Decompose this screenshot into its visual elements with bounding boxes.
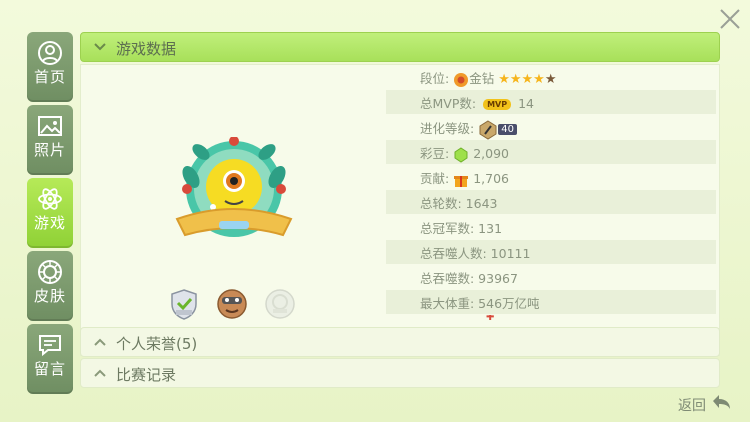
close-x-icon — [720, 9, 740, 29]
sidebar-item-game[interactable]: 游戏 — [27, 178, 73, 248]
beans-label: 彩豆: — [420, 146, 450, 161]
back-label: 返回 — [678, 398, 706, 414]
eaten-players-text: 总吞噬人数: 10111 — [420, 246, 531, 261]
atom-icon — [38, 188, 62, 210]
section-title: 比赛记录 — [116, 366, 177, 384]
message-icon — [39, 335, 61, 357]
shield-check-badge-icon[interactable] — [167, 287, 201, 321]
locked-badge-icon[interactable] — [263, 287, 297, 321]
warrior-badge-icon[interactable] — [215, 287, 249, 321]
gift-icon — [454, 175, 469, 187]
contribution-value: 1,706 — [473, 171, 509, 186]
rounds-text: 总轮数: 1643 — [420, 196, 498, 211]
stat-row-champions: 总冠军数: 131 — [386, 215, 716, 239]
mvp-badge-icon: MVP — [483, 99, 512, 110]
champions-text: 总冠军数: 131 — [420, 221, 503, 236]
sidebar-item-label: 首页 — [33, 68, 66, 86]
back-button[interactable]: 返回 — [678, 393, 734, 415]
back-arrow-icon — [713, 395, 730, 409]
sidebar-item-skins[interactable]: 皮肤 — [27, 251, 73, 321]
mvp-value: 14 — [518, 96, 534, 111]
section-title: 个人荣誉(5) — [116, 335, 198, 353]
stat-row-evolve: 进化等级: 40 — [386, 115, 716, 140]
rank-stars: ★★★★★ — [498, 72, 557, 87]
partial-gift-icon: ✚ — [486, 315, 495, 323]
sidebar-item-home[interactable]: 首页 — [27, 32, 73, 102]
sidebar-item-messages[interactable]: 留言 — [27, 324, 73, 394]
chevron-down-icon — [94, 43, 106, 51]
game-data-content: 段位: 金钻 ★★★★★ 总MVP数: MVP 14 进化等级: 40 彩豆: … — [80, 64, 720, 356]
stat-row-rounds: 总轮数: 1643 — [386, 190, 716, 214]
evolve-label: 进化等级: — [420, 121, 475, 136]
max-weight-text: 最大体重: 546万亿吨 — [420, 296, 540, 311]
section-title: 游戏数据 — [116, 40, 177, 58]
colored-bean-icon — [454, 146, 468, 163]
honor-badges — [167, 287, 307, 323]
stat-row-max-weight: 最大体重: 546万亿吨 — [386, 290, 716, 314]
mvp-label: 总MVP数: — [420, 96, 477, 111]
evolve-value: 40 — [498, 124, 517, 135]
section-game-data-header[interactable]: 游戏数据 — [80, 32, 720, 62]
eaten-total-text: 总吞噬数: 93967 — [420, 271, 518, 286]
section-match-records-header[interactable]: 比赛记录 — [80, 358, 720, 388]
person-circle-icon — [38, 41, 62, 65]
chevron-up-icon — [94, 338, 106, 346]
photo-icon — [38, 116, 62, 136]
stat-row-eaten-total: 总吞噬数: 93967 — [386, 265, 716, 289]
sidebar-item-label: 留言 — [33, 360, 66, 378]
stat-row-beans: 彩豆: 2,090 — [386, 140, 716, 164]
main-panel: 游戏数据 段位: 金钻 ★★★★★ 总MVP数: MVP 14 进化等级: 40… — [80, 32, 720, 392]
sidebar-item-label: 皮肤 — [33, 287, 66, 305]
gold-diamond-rank-icon — [454, 72, 469, 87]
stat-row-eaten-players: 总吞噬人数: 10111 — [386, 240, 716, 264]
rank-value: 金钻 — [469, 71, 495, 86]
stat-row-mvp: 总MVP数: MVP 14 — [386, 90, 716, 114]
section-honors-header[interactable]: 个人荣誉(5) — [80, 327, 720, 357]
chevron-up-icon — [94, 369, 106, 377]
stat-row-contribution: 贡献: 1,706 — [386, 165, 716, 189]
sidebar-item-photos[interactable]: 照片 — [27, 105, 73, 175]
player-avatar-emblem — [171, 136, 301, 257]
stat-row-rank: 段位: 金钻 ★★★★★ — [386, 65, 716, 89]
sidebar-item-label: 照片 — [33, 141, 66, 159]
skin-circle-icon — [38, 260, 62, 284]
evolve-level-icon — [479, 119, 497, 140]
rank-label: 段位: — [420, 71, 450, 86]
sidebar-item-label: 游戏 — [33, 214, 66, 232]
close-button[interactable] — [717, 6, 743, 32]
beans-value: 2,090 — [473, 146, 509, 161]
contribution-label: 贡献: — [420, 171, 450, 186]
